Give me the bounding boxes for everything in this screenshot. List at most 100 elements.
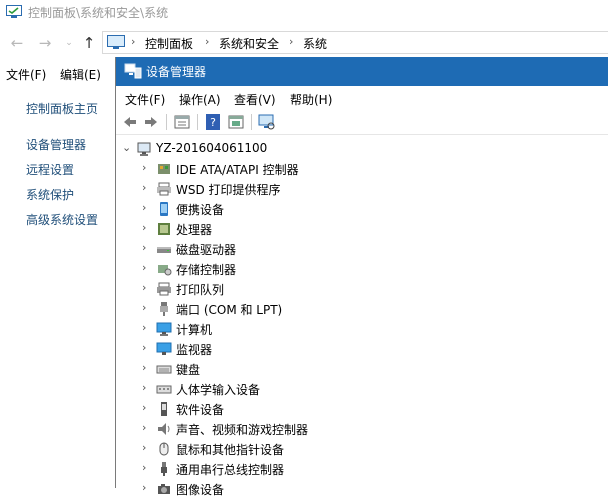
chevron-right-icon[interactable]: › [142, 382, 152, 394]
device-category-item[interactable]: › 声音、视频和游戏控制器 [142, 419, 542, 439]
storage-controller-icon [158, 265, 172, 276]
chevron-right-icon[interactable]: › [142, 402, 152, 414]
device-category-label: 监视器 [176, 343, 213, 357]
svg-text:?: ? [210, 116, 216, 129]
device-category-item[interactable]: › 监视器 [142, 339, 542, 359]
properties-icon[interactable] [173, 113, 191, 131]
chevron-right-icon[interactable]: › [142, 182, 152, 194]
device-category-item[interactable]: › 键盘 [142, 359, 542, 379]
keyboard-icon [156, 365, 172, 374]
device-category-label: WSD 打印提供程序 [176, 183, 281, 197]
menu-file[interactable]: 文件(F) [125, 91, 165, 108]
device-category-item[interactable]: › 打印队列 [142, 279, 542, 299]
device-category-label: 通用串行总线控制器 [176, 463, 285, 477]
device-tree: ⌄ YZ-201604061100 › IDE ATA/ATAPI 控制器 › WSD… [116, 139, 608, 497]
address-bar[interactable]: › 控制面板 › 系统和安全 › 系统 [102, 31, 608, 54]
sound-icon [158, 423, 170, 435]
device-manager-titlebar[interactable]: 设备管理器 [116, 57, 608, 86]
back-arrow-icon[interactable]: ← [8, 33, 26, 53]
device-category-item[interactable]: › 端口 (COM 和 LPT) [142, 299, 542, 319]
chevron-right-icon[interactable]: › [142, 442, 152, 454]
device-category-label: 磁盘驱动器 [176, 243, 237, 257]
device-category-item[interactable]: › IDE ATA/ATAPI 控制器 [142, 159, 542, 179]
device-category-item[interactable]: › 通用串行总线控制器 [142, 459, 542, 479]
device-category-label: 存储控制器 [176, 263, 237, 277]
device-category-item[interactable]: › 处理器 [142, 219, 542, 239]
link-remote-settings[interactable]: 远程设置 [26, 161, 74, 178]
device-category-label: 人体学输入设备 [176, 383, 261, 397]
device-category-label: 打印队列 [176, 283, 225, 297]
chevron-right-icon[interactable]: › [142, 222, 152, 234]
link-control-panel-home[interactable]: 控制面板主页 [26, 100, 98, 117]
chevron-right-icon[interactable]: › [142, 342, 152, 354]
forward-icon[interactable] [142, 113, 160, 131]
menu-help[interactable]: 帮助(H) [290, 91, 332, 108]
device-manager-menu-bar: 文件(F) 操作(A) 查看(V) 帮助(H) [116, 88, 608, 108]
breadcrumb-system-security[interactable]: 系统和安全 [219, 35, 279, 52]
device-category-label: 声音、视频和游戏控制器 [176, 423, 309, 437]
chevron-right-icon[interactable]: › [142, 362, 152, 374]
navigation-bar: ← → ⌄ ↑ › 控制面板 › 系统和安全 › 系统 [0, 28, 608, 58]
computer-icon [156, 322, 172, 336]
link-device-manager[interactable]: 设备管理器 [26, 136, 86, 153]
device-category-item[interactable]: › 图像设备 [142, 479, 542, 499]
device-manager-window: 设备管理器 文件(F) 操作(A) 查看(V) 帮助(H) ? ⌄ YZ-201… [115, 57, 608, 497]
chevron-down-icon[interactable]: ⌄ [122, 142, 132, 154]
processor-icon [158, 223, 170, 235]
imaging-device-icon [158, 484, 170, 494]
control-panel-menu-bar: 文件(F) 编辑(E) [0, 62, 120, 86]
menu-view[interactable]: 查看(V) [234, 91, 276, 108]
device-category-item[interactable]: › 存储控制器 [142, 259, 542, 279]
link-system-protection[interactable]: 系统保护 [26, 186, 74, 203]
chevron-right-icon[interactable]: › [142, 282, 152, 294]
device-category-label: 鼠标和其他指针设备 [176, 443, 285, 457]
device-category-item[interactable]: › 软件设备 [142, 399, 542, 419]
chevron-right-icon[interactable]: › [142, 202, 152, 214]
chevron-right-icon[interactable]: › [142, 162, 152, 174]
chevron-right-icon[interactable]: › [131, 35, 135, 48]
device-category-item[interactable]: › 人体学输入设备 [142, 379, 542, 399]
computer-name: YZ-201604061100 [156, 141, 268, 155]
device-category-item[interactable]: › 计算机 [142, 319, 542, 339]
up-arrow-icon[interactable]: ↑ [80, 33, 98, 53]
device-category-item[interactable]: › WSD 打印提供程序 [142, 179, 542, 199]
device-category-label: 便携设备 [176, 203, 225, 217]
device-category-item[interactable]: › 鼠标和其他指针设备 [142, 439, 542, 459]
print-queue-icon [157, 282, 171, 296]
device-category-item[interactable]: › 磁盘驱动器 [142, 239, 542, 259]
address-control-panel-icon [107, 35, 125, 49]
show-hidden-icon[interactable] [227, 113, 245, 131]
ide-controller-icon [158, 164, 170, 174]
chevron-right-icon[interactable]: › [142, 322, 152, 334]
recent-dropdown-icon[interactable]: ⌄ [60, 33, 78, 53]
help-icon[interactable]: ? [204, 113, 222, 131]
breadcrumb-control-panel[interactable]: 控制面板 [145, 35, 193, 52]
menu-edit[interactable]: 编辑(E) [60, 66, 101, 83]
portable-device-icon [160, 202, 168, 216]
tree-root[interactable]: ⌄ YZ-201604061100 [122, 139, 422, 159]
toolbar-separator [197, 114, 198, 130]
device-category-label: 处理器 [176, 223, 213, 237]
chevron-right-icon[interactable]: › [142, 422, 152, 434]
toolbar-separator [166, 114, 167, 130]
control-panel-icon [6, 5, 22, 18]
device-category-label: 计算机 [176, 323, 213, 337]
link-advanced-system-settings[interactable]: 高级系统设置 [26, 211, 98, 228]
device-category-item[interactable]: › 便携设备 [142, 199, 542, 219]
usb-icon [161, 462, 167, 476]
scan-hardware-icon[interactable] [258, 113, 276, 131]
chevron-right-icon[interactable]: › [289, 35, 293, 48]
software-device-icon [161, 402, 167, 416]
breadcrumb-system[interactable]: 系统 [303, 35, 327, 52]
forward-arrow-icon[interactable]: → [36, 33, 54, 53]
chevron-right-icon[interactable]: › [142, 302, 152, 314]
chevron-right-icon[interactable]: › [142, 262, 152, 274]
back-icon[interactable] [121, 113, 139, 131]
menu-action[interactable]: 操作(A) [179, 91, 221, 108]
chevron-right-icon[interactable]: › [142, 242, 152, 254]
chevron-right-icon[interactable]: › [142, 462, 152, 474]
chevron-right-icon[interactable]: › [205, 35, 209, 48]
menu-file[interactable]: 文件(F) [6, 66, 46, 83]
device-category-label: 图像设备 [176, 483, 225, 497]
chevron-right-icon[interactable]: › [142, 482, 152, 494]
